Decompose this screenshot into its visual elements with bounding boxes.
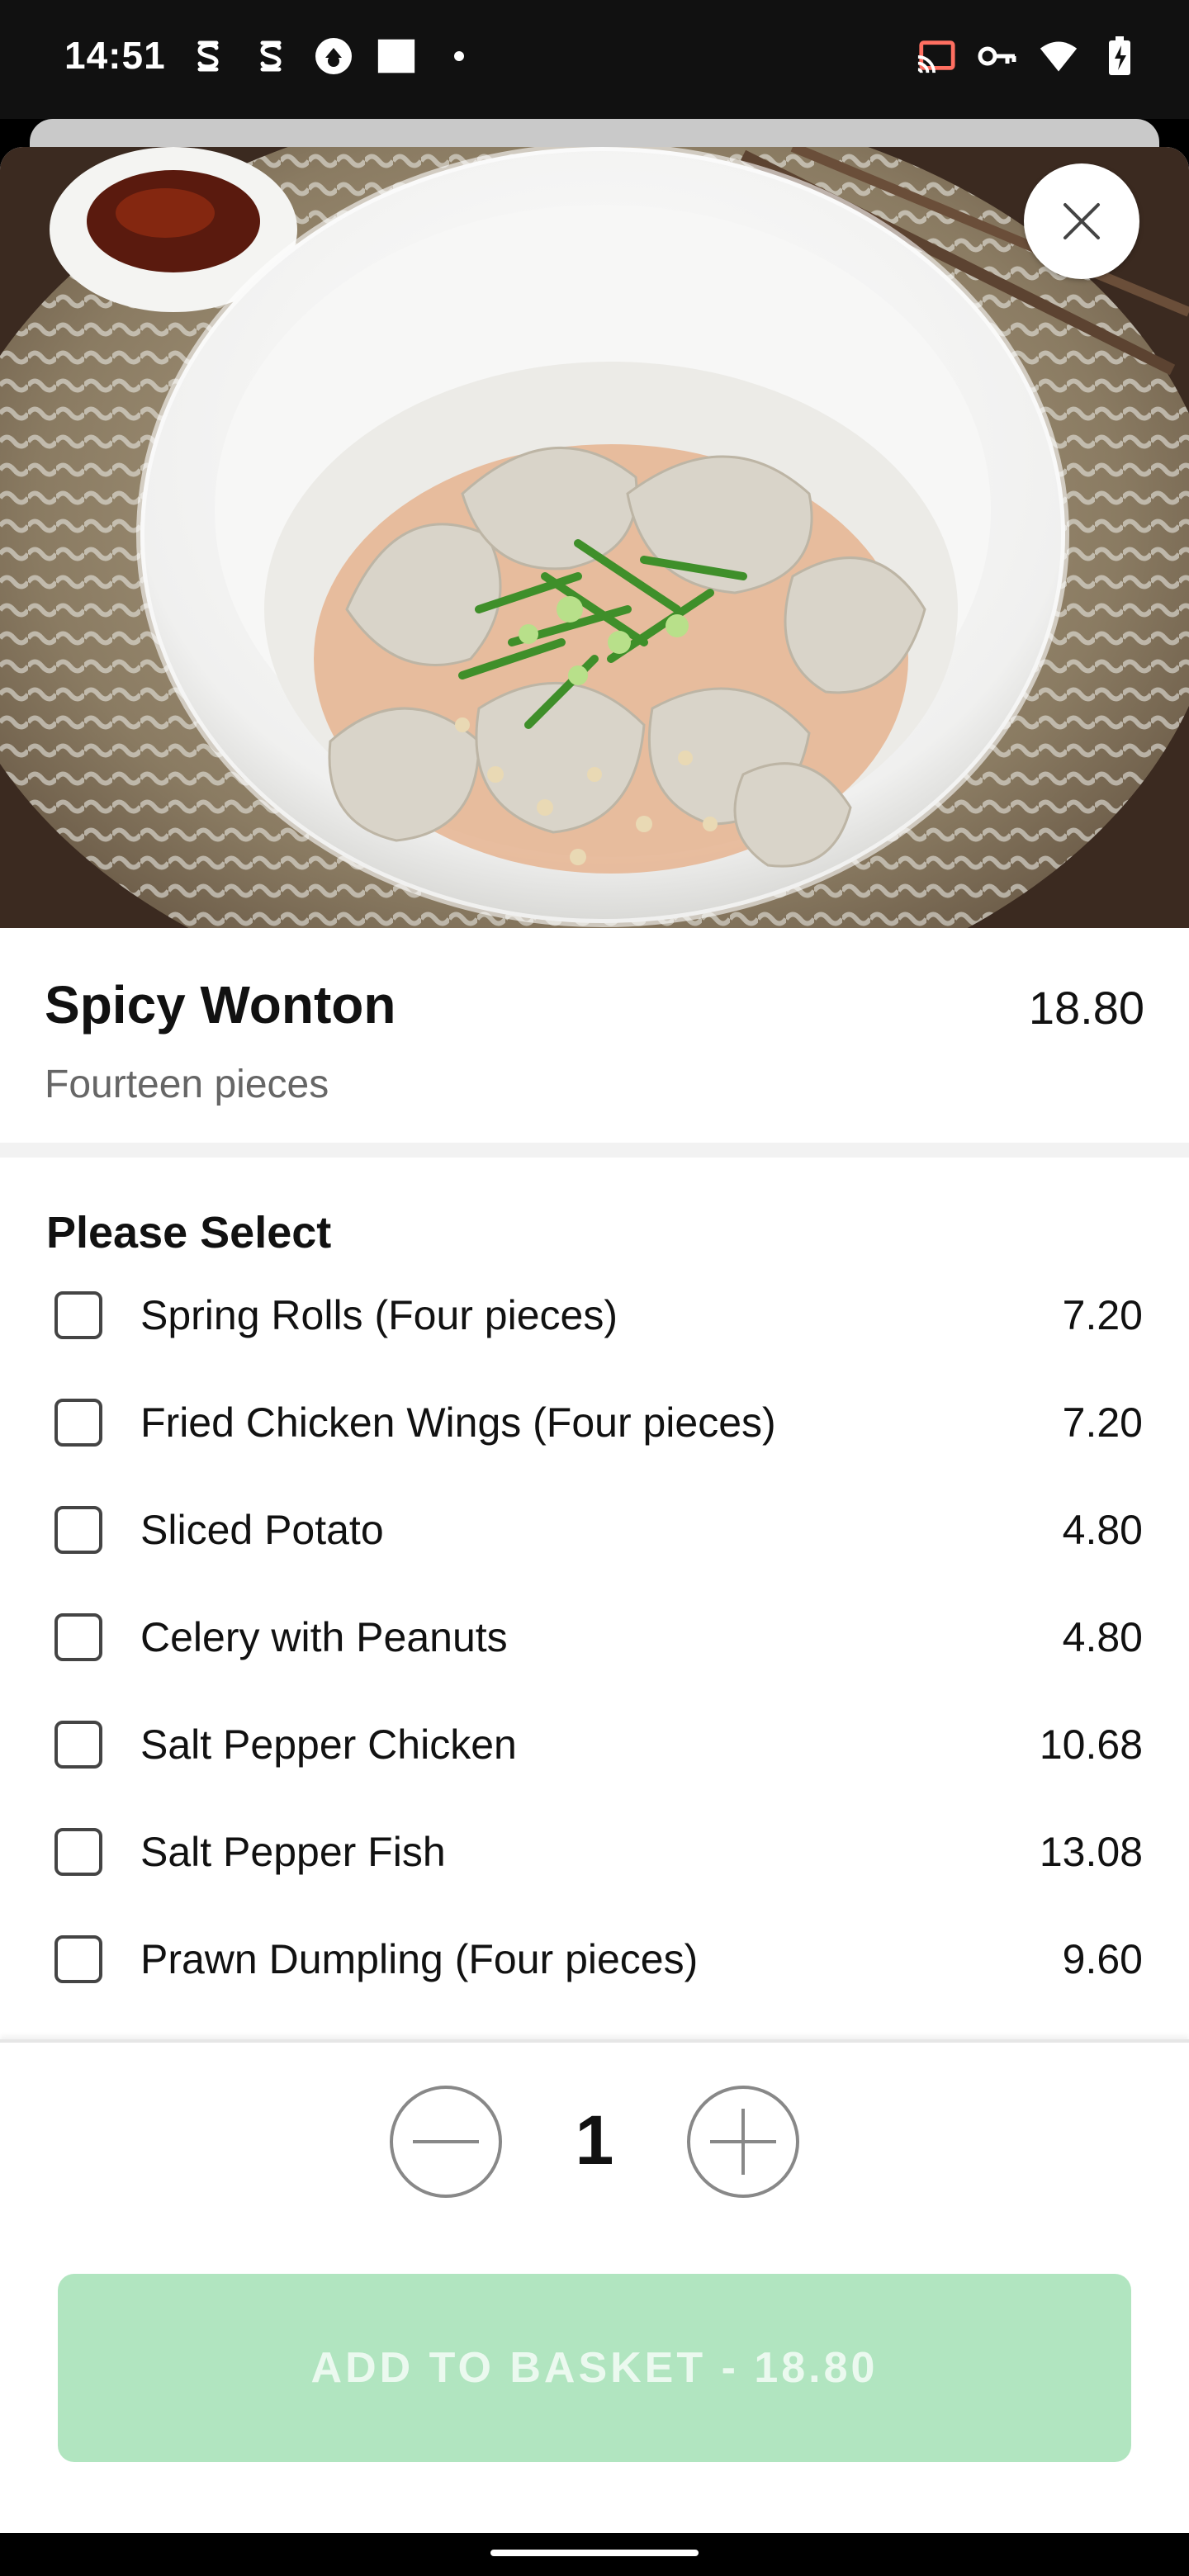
item-description: Fourteen pieces <box>45 1063 329 1106</box>
minus-icon <box>413 2140 479 2143</box>
status-time: 14:51 <box>64 34 166 77</box>
option-checkbox[interactable] <box>54 1721 102 1769</box>
wifi-icon <box>1039 36 1078 76</box>
option-row[interactable]: Celery with Peanuts 4.80 <box>0 1595 1189 1686</box>
option-price: 13.08 <box>1039 1829 1143 1875</box>
option-row[interactable]: Sliced Potato 4.80 <box>0 1488 1189 1579</box>
close-icon <box>1063 203 1100 239</box>
option-label: Fried Chicken Wings (Four pieces) <box>140 1399 776 1446</box>
option-label: Sliced Potato <box>140 1507 384 1553</box>
option-row[interactable]: Salt Pepper Chicken 10.68 <box>0 1702 1189 1793</box>
gesture-nav-handle[interactable] <box>490 2550 699 2556</box>
plus-icon <box>710 2109 776 2175</box>
close-button[interactable] <box>1024 163 1139 279</box>
option-price: 4.80 <box>1062 1507 1143 1553</box>
increase-quantity-button[interactable] <box>687 2086 799 2198</box>
quantity-value: 1 <box>575 2101 614 2179</box>
option-price: 7.20 <box>1062 1292 1143 1338</box>
section-divider <box>0 1143 1189 1158</box>
option-price: 9.60 <box>1062 1936 1143 1982</box>
cast-icon <box>917 36 956 76</box>
option-row[interactable]: Fried Chicken Wings (Four pieces) 7.20 <box>0 1380 1189 1471</box>
option-label: Celery with Peanuts <box>140 1614 508 1660</box>
drive-sync-icon <box>314 36 353 76</box>
option-price: 10.68 <box>1039 1721 1143 1768</box>
decrease-quantity-button[interactable] <box>390 2086 502 2198</box>
option-label: Spring Rolls (Four pieces) <box>140 1292 618 1338</box>
option-label: Prawn Dumpling (Four pieces) <box>140 1936 699 1982</box>
option-checkbox[interactable] <box>54 1935 102 1983</box>
s-app-icon <box>188 36 228 76</box>
option-row[interactable]: Spring Rolls (Four pieces) 7.20 <box>0 1273 1189 1364</box>
s-app-icon <box>251 36 291 76</box>
system-icons <box>917 36 1139 76</box>
add-to-basket-button[interactable]: ADD TO BASKET - 18.80 <box>58 2274 1131 2462</box>
option-checkbox[interactable] <box>54 1506 102 1554</box>
option-checkbox[interactable] <box>54 1399 102 1447</box>
square-icon <box>377 36 416 76</box>
option-price: 4.80 <box>1062 1614 1143 1660</box>
bottom-action-bar: 1 ADD TO BASKET - 18.80 <box>0 2039 1189 2533</box>
dot-icon <box>439 36 479 76</box>
options-title: Please Select <box>46 1208 332 1257</box>
option-checkbox[interactable] <box>54 1828 102 1876</box>
option-label: Salt Pepper Chicken <box>140 1721 517 1768</box>
vpn-key-icon <box>978 36 1017 76</box>
notification-icons <box>188 36 479 76</box>
battery-charging-icon <box>1100 36 1139 76</box>
item-name: Spicy Wonton <box>45 975 396 1035</box>
option-label: Salt Pepper Fish <box>140 1829 446 1875</box>
item-price: 18.80 <box>1028 982 1144 1034</box>
option-checkbox[interactable] <box>54 1613 102 1661</box>
option-checkbox[interactable] <box>54 1291 102 1339</box>
option-row[interactable]: Salt Pepper Fish 13.08 <box>0 1810 1189 1901</box>
item-photo <box>0 147 1189 1022</box>
option-price: 7.20 <box>1062 1399 1143 1446</box>
option-row[interactable]: Prawn Dumpling (Four pieces) 9.60 <box>0 1917 1189 2008</box>
status-bar: 14:51 <box>0 0 1189 119</box>
item-header: Spicy Wonton 18.80 Fourteen pieces <box>0 928 1189 1126</box>
